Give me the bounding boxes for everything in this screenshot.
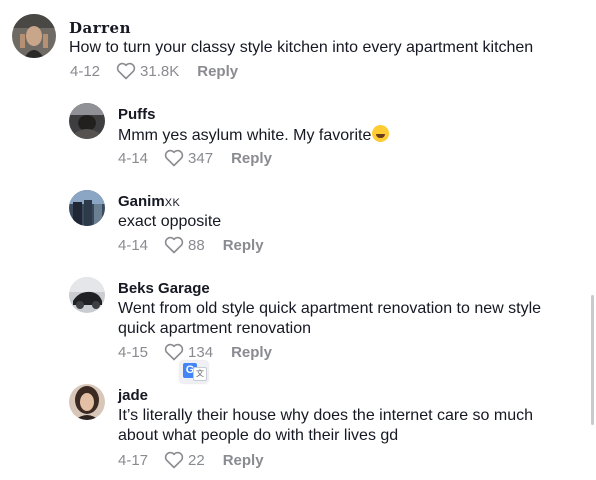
comment-text-content: Mmm yes asylum white. My favorite [118,127,372,144]
heart-outline-icon [164,343,184,361]
avatar[interactable] [69,277,105,313]
comment-username[interactable]: Puffs [118,106,156,123]
like-count: 22 [188,451,205,469]
comment-date: 4-15 [118,343,149,361]
google-translate-icon[interactable]: G 文 [180,361,208,383]
like-count: 347 [188,149,214,167]
reply-button[interactable]: Reply [231,344,272,361]
comment-meta: 4-17 22 Reply [118,451,264,469]
comment-date: 4-17 [118,451,149,469]
like-button[interactable]: 22 [164,451,205,469]
like-count: 88 [188,236,205,254]
like-button[interactable]: 31.8K [116,62,179,80]
heart-outline-icon [164,236,184,254]
comment-meta: 4-14 88 Reply [118,236,264,254]
scrollbar[interactable] [591,295,594,425]
avatar[interactable] [69,384,105,420]
grinning-sweat-emoji [372,125,390,142]
avatar[interactable] [69,190,105,226]
comment-username[interactable]: jade [118,387,148,404]
avatar[interactable] [12,14,56,58]
like-button[interactable]: 347 [164,149,213,167]
like-button[interactable]: 88 [164,236,205,254]
comment-meta: 4-12 31.8K Reply [70,62,238,80]
comment-meta: 4-15 134 Reply [118,343,272,361]
avatar[interactable] [69,103,105,139]
comment-username-text: Ganim [118,193,165,210]
comment-text: exact opposite [118,213,222,230]
comment-text-line-1: Went from old style quick apartment reno… [118,300,542,317]
like-count: 31.8K [140,62,180,80]
comment-text: Mmm yes asylum white. My favorite [118,125,390,146]
reply-button[interactable]: Reply [223,452,264,469]
comment-username[interactable]: Beks Garage [118,280,210,297]
heart-outline-icon [164,149,184,167]
comment-date: 4-12 [70,62,101,80]
comment-date: 4-14 [118,236,149,254]
reply-button[interactable]: Reply [223,237,264,254]
comment-text-line-1: It’s literally their house why does the … [118,407,534,424]
reply-button[interactable]: Reply [197,63,238,80]
translate-a-glyph: 文 [193,367,207,381]
comment-username[interactable]: GanimXK [118,193,180,210]
heart-outline-icon [116,62,136,80]
comment-username[interactable]: Darren [69,19,131,37]
comment-username-suffix: XK [164,197,181,209]
comment-text: How to turn your classy style kitchen in… [69,39,534,56]
reply-button[interactable]: Reply [231,150,272,167]
like-count: 134 [188,343,214,361]
comment-meta: 4-14 347 Reply [118,149,272,167]
heart-outline-icon [164,451,184,469]
comment-text-line-2: about what people do with their lives gd [118,427,399,444]
like-button[interactable]: 134 [164,343,213,361]
comment-text-line-2: quick apartment renovation [118,320,311,337]
comment-date: 4-14 [118,149,149,167]
